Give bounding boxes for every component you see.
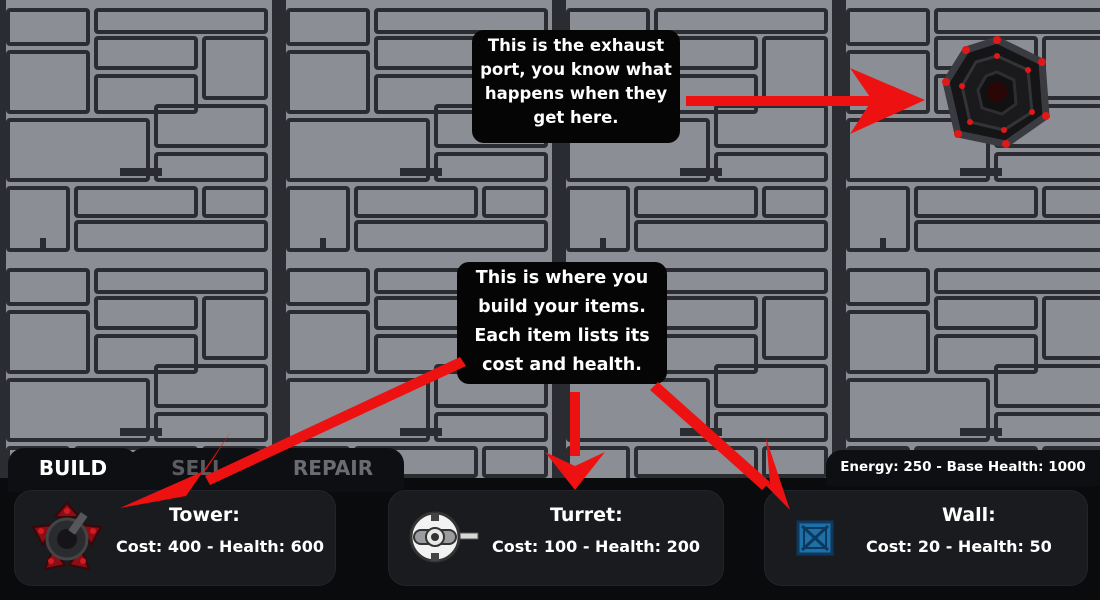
callout-line: Each item lists its — [474, 326, 650, 346]
callout-line: cost and health. — [482, 355, 642, 375]
tab-sell[interactable]: SELL — [128, 448, 268, 492]
callout-line: get here. — [533, 108, 619, 127]
exhaust-port-callout: This is the exhaust port, you know what … — [472, 30, 680, 143]
exhaust-port-icon — [942, 36, 1050, 148]
tab-repair[interactable]: REPAIR — [262, 448, 404, 492]
build-item-wall[interactable]: Wall: Cost: 20 - Health: 50 — [764, 490, 1088, 586]
callout-line: This is the exhaust — [487, 36, 665, 55]
wall-title: Wall: — [942, 504, 996, 526]
turret-cost-health: Cost: 100 - Health: 200 — [492, 537, 700, 556]
turret-title: Turret: — [550, 504, 623, 526]
build-item-turret[interactable]: Turret: Cost: 100 - Health: 200 — [388, 490, 724, 586]
tower-cost-health: Cost: 400 - Health: 600 — [116, 537, 324, 556]
callout-line: build your items. — [478, 297, 646, 317]
build-area-callout: This is where you build your items. Each… — [457, 262, 667, 384]
turret-icon — [409, 511, 479, 563]
wall-cost-health: Cost: 20 - Health: 50 — [866, 537, 1052, 556]
callout-line: port, you know what — [480, 60, 672, 79]
callout-line: happens when they — [484, 84, 668, 103]
tower-icon — [31, 501, 103, 571]
build-item-tower[interactable]: Tower: Cost: 400 - Health: 600 — [14, 490, 336, 586]
tower-title: Tower: — [169, 504, 240, 526]
tab-build[interactable]: BUILD — [8, 448, 138, 492]
callout-line: This is where you — [475, 268, 649, 288]
energy-health-status: Energy: 250 - Base Health: 1000 — [826, 450, 1100, 486]
wall-icon — [796, 520, 834, 556]
